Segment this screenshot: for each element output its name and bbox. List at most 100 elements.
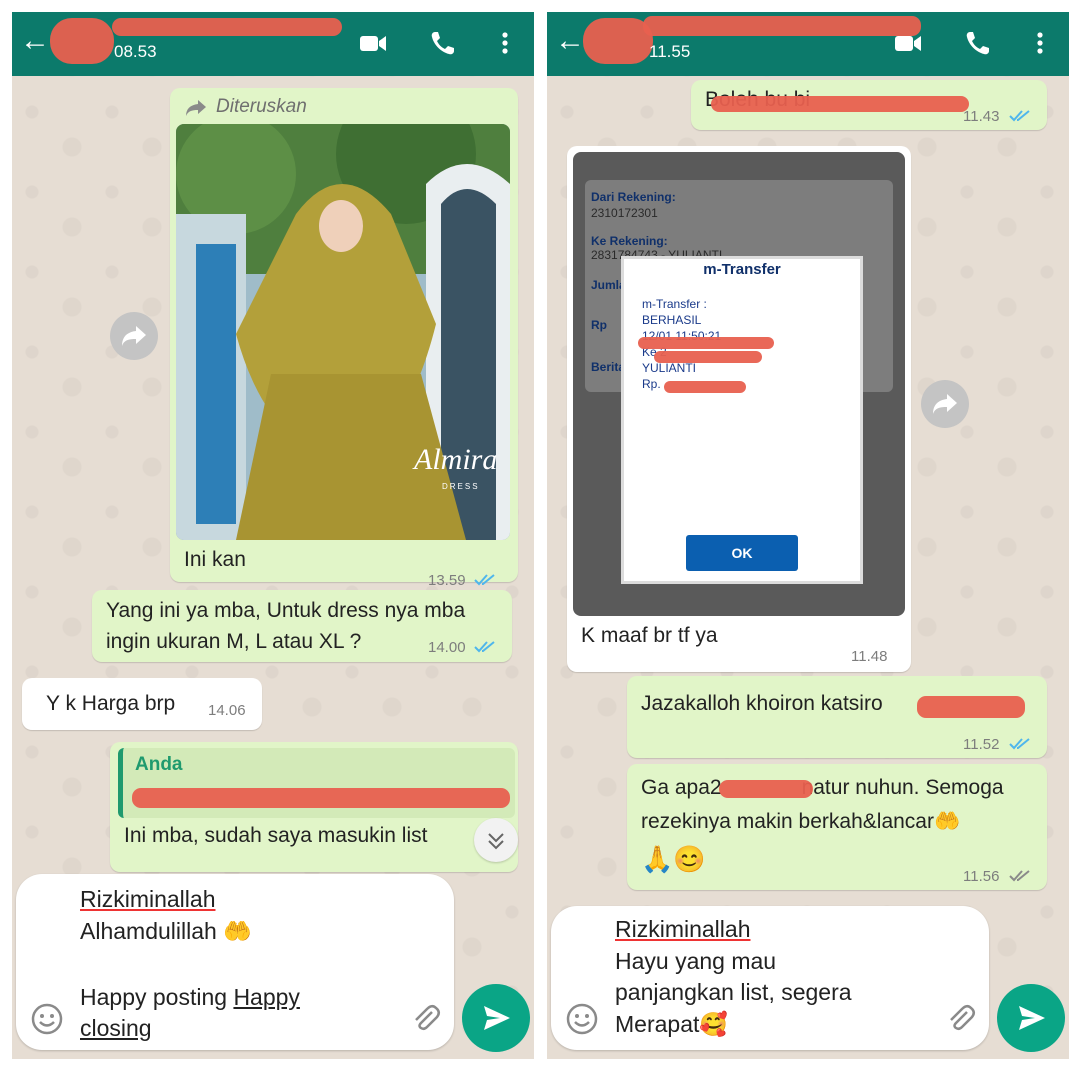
input-text-part: Happy (233, 984, 300, 1010)
forward-icon (933, 394, 957, 414)
rp-label: Rp (591, 318, 607, 332)
phone-icon[interactable] (428, 28, 458, 58)
message-time: 14.00 (428, 639, 466, 656)
input-text-line: panjangkan list, segera (615, 979, 852, 1005)
send-icon (484, 1006, 510, 1030)
ok-button: OK (686, 535, 798, 571)
message-text: Ini mba, sudah saya masukin list (124, 824, 428, 847)
forward-icon (122, 326, 146, 346)
message-text: Jazakalloh khoiron katsiro (641, 692, 883, 715)
berita-label: Berita (591, 360, 626, 374)
double-tick-icon (1009, 738, 1030, 750)
message-time: 11.56 (963, 868, 1000, 885)
back-arrow-icon[interactable]: ← (555, 26, 585, 56)
redacted-avatar (50, 18, 114, 64)
message-time: 11.52 (963, 736, 1000, 753)
redacted-contact-name (112, 18, 342, 36)
scroll-down-icon (488, 833, 504, 850)
redacted-text (638, 337, 774, 349)
redacted-text (719, 780, 813, 798)
forwarded-label: Diteruskan (216, 96, 307, 117)
forward-button[interactable] (921, 380, 969, 428)
dialog-line: BERHASIL (642, 313, 702, 327)
input-text-line: Rizkiminallah (80, 886, 216, 912)
video-call-icon[interactable] (358, 28, 388, 58)
send-button[interactable] (462, 984, 530, 1052)
input-text-line: Rizkiminallah (615, 916, 751, 942)
message-bubble-outgoing[interactable]: Yang ini ya mba, Untuk dress nya mba ing… (92, 590, 512, 662)
send-icon (1019, 1006, 1045, 1030)
chat-screen-left: ← 08.53 Diteruskan Almira DRESS Ini kan … (12, 12, 534, 1059)
transfer-dialog: m-Transfer m-Transfer : BERHASIL 12/01 1… (621, 256, 863, 584)
app-bar: ← 11.55 (547, 12, 1069, 76)
attach-icon[interactable] (943, 1000, 977, 1034)
double-tick-icon (474, 574, 495, 586)
forward-button[interactable] (110, 312, 158, 360)
message-time: 11.43 (963, 108, 1000, 125)
message-emoji-line: 🙏😊 (641, 844, 706, 874)
input-text-line: Happy posting Happy (80, 982, 300, 1013)
message-input[interactable]: Rizkiminallah Alhamdulillah 🤲 Happy post… (16, 874, 454, 1050)
message-bubble-outgoing[interactable]: Ga apa2 natur nuhun. Semoga rezekinya mak… (627, 764, 1047, 890)
image-message-incoming[interactable]: Dari Rekening: 2310172301 Ke Rekening: 2… (567, 146, 911, 672)
send-button[interactable] (997, 984, 1065, 1052)
dialog-line: Rp. (642, 377, 661, 391)
dialog-title: m-Transfer (703, 261, 781, 278)
emoji-icon[interactable] (565, 1002, 599, 1036)
brand-logo-text: Almira (412, 443, 497, 476)
message-text-line: ingin ukuran M, L atau XL ? (106, 630, 362, 653)
emoji-icon[interactable] (30, 1002, 64, 1036)
reply-message-outgoing[interactable]: Anda Ini mba, sudah saya masukin list (110, 742, 518, 872)
more-vert-icon[interactable] (1025, 28, 1055, 58)
message-text: Y k Harga brp (46, 692, 176, 715)
redacted-text (664, 381, 746, 393)
last-seen-time: 11.55 (649, 42, 691, 61)
input-text-line: Hayu yang mau (615, 948, 777, 974)
message-text-part: natur nuhun. Semoga (801, 776, 1004, 799)
attach-icon[interactable] (408, 1000, 442, 1034)
message-text-line: Ga apa2 natur nuhun. Semoga (641, 772, 1004, 803)
input-text-part: Happy posting (80, 984, 234, 1010)
to-account-label: Ke Rekening: (591, 234, 668, 248)
forwarded-image-message[interactable]: Diteruskan Almira DRESS Ini kan 13.59 (170, 88, 518, 589)
message-time: 11.48 (851, 648, 888, 665)
double-tick-icon (474, 641, 495, 653)
forward-icon (186, 100, 206, 116)
image-caption: K maaf br tf ya (581, 624, 718, 647)
image-caption: Ini kan (184, 548, 246, 571)
quote-author: Anda (135, 754, 183, 775)
phone-icon[interactable] (963, 28, 993, 58)
product-photo[interactable]: Almira DRESS (176, 124, 510, 540)
input-text-line: closing (80, 1015, 152, 1041)
message-text-line: rezekinya makin berkah&lancar🤲 (641, 810, 961, 833)
dialog-line: m-Transfer : (642, 297, 707, 311)
brand-logo-sub: DRESS (442, 482, 480, 491)
back-arrow-icon[interactable]: ← (20, 26, 50, 56)
product-photo-art: Almira DRESS (176, 124, 510, 540)
chat-screen-right: ← 11.55 Boleh bu bi 11.43 Dari Rekening:… (547, 12, 1069, 1059)
redacted-text (711, 96, 969, 112)
from-account-label: Dari Rekening: (591, 190, 676, 204)
redacted-quote-text (132, 788, 510, 808)
message-bubble-outgoing[interactable]: Jazakalloh khoiron katsiro 11.52 (627, 676, 1047, 758)
double-tick-icon (1009, 870, 1030, 882)
transfer-receipt-screenshot[interactable]: Dari Rekening: 2310172301 Ke Rekening: 2… (573, 152, 905, 616)
input-text-line: Merapat🥰 (615, 1011, 729, 1037)
message-bubble-outgoing[interactable]: Boleh bu bi 11.43 (691, 80, 1047, 130)
from-account-value: 2310172301 (591, 206, 658, 220)
message-input[interactable]: Rizkiminallah Hayu yang mau panjangkan l… (551, 906, 989, 1050)
redacted-text (654, 351, 762, 363)
message-text-line: Yang ini ya mba, Untuk dress nya mba (106, 599, 466, 622)
message-bubble-incoming[interactable]: Y k Harga brp 14.06 (22, 678, 262, 730)
more-vert-icon[interactable] (490, 28, 520, 58)
input-text-line: Alhamdulillah 🤲 (80, 918, 252, 944)
redacted-contact-name (643, 16, 921, 36)
double-tick-icon (1009, 110, 1030, 122)
video-call-icon[interactable] (893, 28, 923, 58)
message-text-part: Ga apa2 (641, 776, 722, 799)
message-time: 13.59 (428, 572, 466, 589)
scroll-down-button[interactable] (474, 818, 518, 862)
last-seen-time: 08.53 (114, 42, 157, 61)
app-bar: ← 08.53 (12, 12, 534, 76)
redacted-text (917, 696, 1025, 718)
